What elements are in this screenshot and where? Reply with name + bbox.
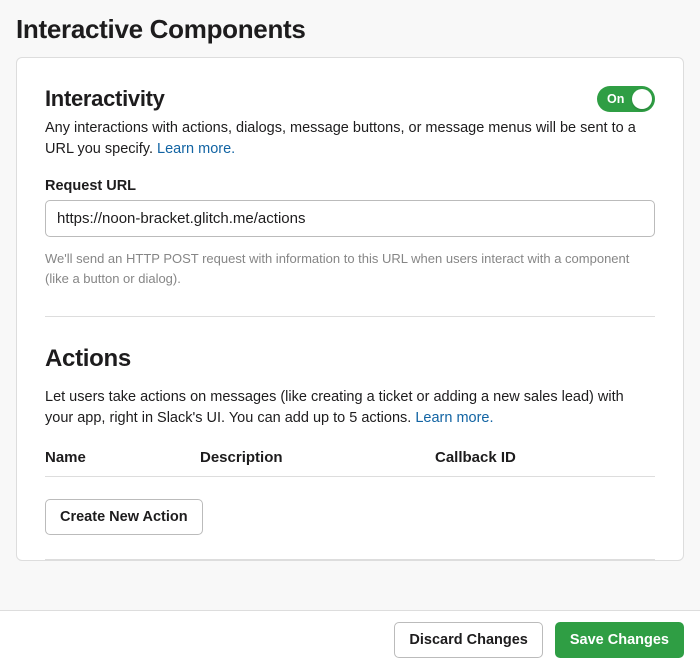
save-changes-button[interactable]: Save Changes [555,622,684,658]
create-action-row: Create New Action [45,499,655,535]
actions-bottom-divider [45,559,655,560]
interactivity-header-row: Interactivity On [45,86,655,112]
section-divider [45,316,655,317]
page-title: Interactive Components [0,0,700,57]
column-header-callback-id: Callback ID [435,449,655,466]
request-url-input[interactable] [45,200,655,237]
actions-learn-more-link[interactable]: Learn more. [415,410,493,426]
actions-description: Let users take actions on messages (like… [45,387,655,429]
interactivity-learn-more-link[interactable]: Learn more. [157,141,235,157]
discard-changes-button[interactable]: Discard Changes [394,622,542,658]
request-url-hint: We'll send an HTTP POST request with inf… [45,249,655,288]
actions-title: Actions [45,345,655,373]
column-header-description: Description [200,449,435,466]
interactivity-description: Any interactions with actions, dialogs, … [45,118,655,160]
settings-card: Interactivity On Any interactions with a… [16,57,684,561]
interactivity-title: Interactivity [45,86,165,112]
create-new-action-button[interactable]: Create New Action [45,499,203,535]
interactivity-description-text: Any interactions with actions, dialogs, … [45,120,636,157]
request-url-label: Request URL [45,178,655,194]
actions-table-header: Name Description Callback ID [45,449,655,477]
actions-description-text: Let users take actions on messages (like… [45,389,624,426]
interactivity-toggle[interactable]: On [597,86,655,112]
toggle-knob-icon [632,89,652,109]
column-header-name: Name [45,449,200,466]
footer-bar: Discard Changes Save Changes [0,610,700,668]
toggle-on-label: On [607,92,624,106]
